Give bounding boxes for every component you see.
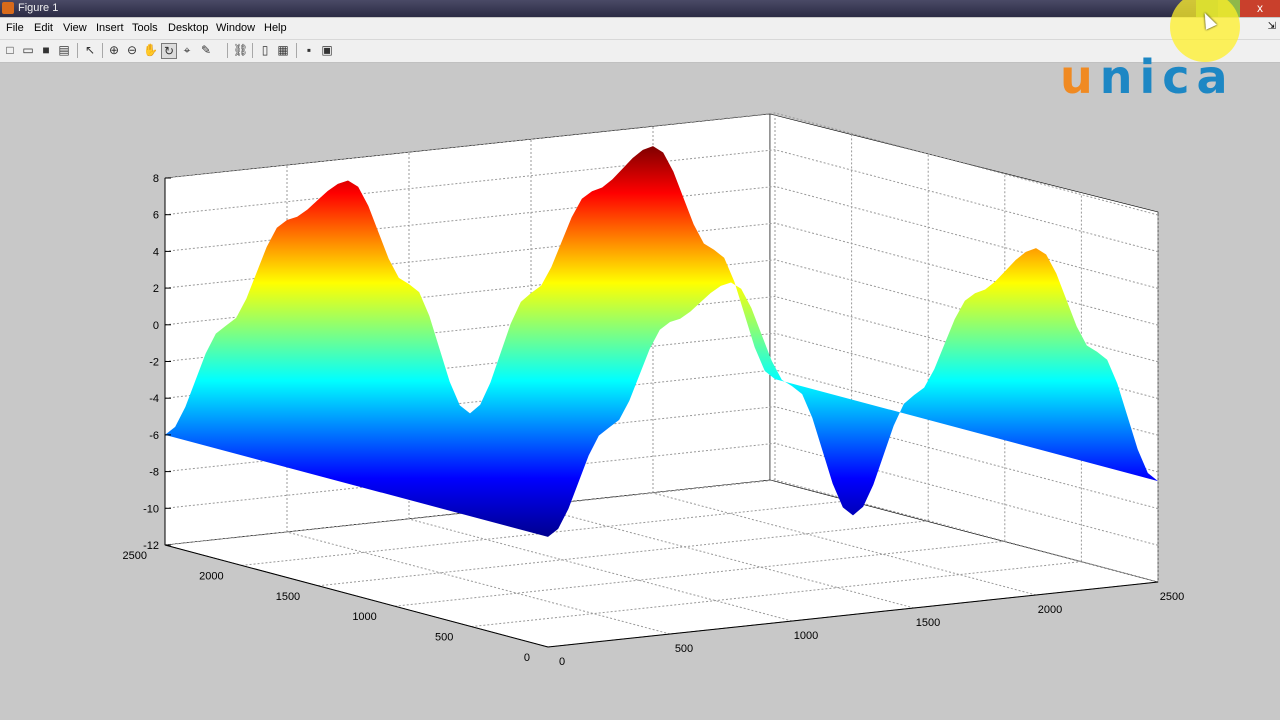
zoom-in-icon[interactable]: ⊕ [107, 43, 121, 57]
x-tick-label: 0 [559, 656, 565, 668]
menu-file[interactable]: File [6, 22, 24, 34]
menu-bar: File Edit View Insert Tools Desktop Wind… [0, 18, 1280, 40]
link-plot-icon[interactable]: ⛓ [233, 43, 248, 57]
toolbar-separator [296, 43, 297, 58]
brush-icon[interactable]: ✎ [199, 43, 213, 57]
save-icon[interactable]: ■ [39, 43, 53, 57]
y-tick-label: 1000 [352, 611, 376, 623]
zoom-out-icon[interactable]: ⊖ [125, 43, 139, 57]
z-tick-label: 2 [153, 283, 159, 295]
menu-view[interactable]: View [63, 22, 87, 34]
menu-tools[interactable]: Tools [132, 22, 158, 34]
hide-plot-tools-icon[interactable]: ▪ [302, 43, 316, 57]
y-tick-label: 2500 [123, 550, 147, 562]
edit-plot-arrow-icon[interactable]: ↖ [83, 43, 97, 57]
toolbar-separator [102, 43, 103, 58]
show-plot-tools-icon[interactable]: ▣ [320, 43, 334, 57]
x-tick-label: 1000 [794, 630, 818, 642]
z-tick-label: -4 [149, 393, 159, 405]
close-button[interactable]: x [1240, 0, 1280, 17]
toolbar-separator [77, 43, 78, 58]
surface-plot-axes[interactable]: 86420-2-4-6-8-10-12050010001500200025000… [0, 62, 1280, 720]
data-cursor-icon[interactable]: ⌖ [180, 43, 194, 57]
new-figure-icon[interactable]: □ [3, 43, 17, 57]
print-icon[interactable]: ▤ [57, 43, 71, 57]
pan-hand-icon[interactable]: ✋ [143, 43, 158, 57]
toolbar-separator [252, 43, 253, 58]
menu-desktop[interactable]: Desktop [168, 22, 208, 34]
z-tick-label: 0 [153, 320, 159, 332]
z-tick-label: -2 [149, 357, 159, 369]
z-tick-label: -8 [149, 467, 159, 479]
window-title: Figure 1 [18, 2, 59, 14]
matlab-figure-icon [2, 2, 14, 14]
x-tick-label: 1500 [916, 617, 940, 629]
y-tick-label: 0 [524, 652, 530, 664]
dock-arrow-icon[interactable]: ⇲ [1268, 21, 1276, 32]
z-tick-label: 8 [153, 173, 159, 185]
z-tick-label: -10 [143, 503, 159, 515]
menu-edit[interactable]: Edit [34, 22, 53, 34]
legend-icon[interactable]: ▦ [276, 43, 290, 57]
open-file-icon[interactable]: ▭ [21, 43, 35, 57]
menu-window[interactable]: Window [216, 22, 255, 34]
z-tick-label: -6 [149, 430, 159, 442]
toolbar-separator [227, 43, 228, 58]
x-tick-label: 500 [675, 643, 693, 655]
title-bar: Figure 1 x [0, 0, 1280, 17]
z-tick-label: 4 [153, 246, 159, 258]
x-tick-label: 2000 [1038, 604, 1062, 616]
menu-help[interactable]: Help [264, 22, 287, 34]
y-tick-label: 500 [435, 632, 453, 644]
x-tick-label: 2500 [1160, 591, 1184, 603]
menu-insert[interactable]: Insert [96, 22, 124, 34]
z-tick-label: 6 [153, 210, 159, 222]
colorbar-icon[interactable]: ▯ [258, 43, 272, 57]
y-tick-label: 2000 [199, 570, 223, 582]
y-tick-label: 1500 [276, 591, 300, 603]
rotate-3d-icon[interactable]: ↻ [161, 43, 177, 59]
